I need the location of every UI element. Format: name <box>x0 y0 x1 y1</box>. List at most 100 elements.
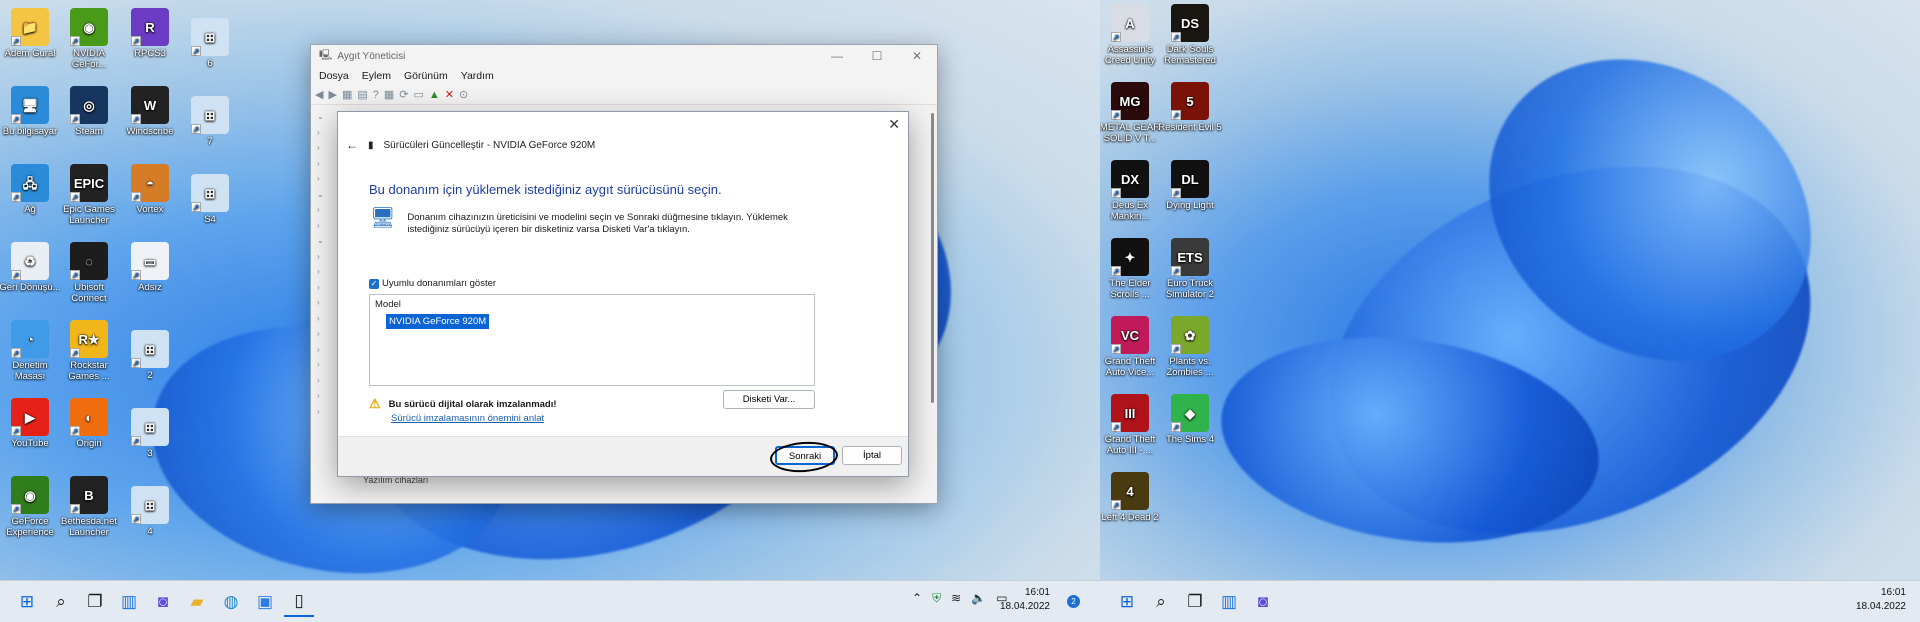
device-tree: ⌄ › › › › ⌄ › › ⌄ › › › › › › › › › › › <box>317 112 324 416</box>
teams-chat-icon[interactable]: ◙ <box>1248 587 1278 617</box>
desktop-icon[interactable]: ✦ ↗ The Elder Scrolls ... <box>1100 238 1162 300</box>
device-manager-taskbar-icon[interactable]: ▯ <box>284 587 314 617</box>
have-disk-button[interactable]: Disketi Var... <box>723 390 815 409</box>
close-icon[interactable]: ✕ <box>897 49 937 63</box>
forward-arrow-icon[interactable]: ▶ <box>328 88 336 101</box>
menu-action[interactable]: Eylem <box>362 70 391 82</box>
model-list[interactable]: Model NVIDIA GeForce 920M <box>369 294 815 386</box>
desktop-icon[interactable]: ◐ ↗ Origin <box>57 398 121 449</box>
search-icon[interactable]: ⌕ <box>1146 587 1176 617</box>
desktop-icon[interactable]: ◎ ↗ Steam <box>57 86 121 137</box>
desktop-icon[interactable]: ⊞ ↗ 4 <box>118 486 182 537</box>
properties-icon[interactable]: ▦ <box>342 88 352 101</box>
update-driver-dialog[interactable]: ✕ ← ▮ Sürücüleri Güncelleştir - NVIDIA G… <box>337 111 909 477</box>
add-driver-icon[interactable]: ▲ <box>429 89 440 101</box>
model-list-item-selected[interactable]: NVIDIA GeForce 920M <box>386 314 490 329</box>
left4dead-icon: 4 ↗ <box>1111 472 1149 510</box>
desktop-icon[interactable]: ▶ ↗ YouTube <box>0 398 62 449</box>
edge-icon[interactable]: ◍ <box>216 587 246 617</box>
desktop-icon[interactable]: 🖧 ↗ Ağ <box>0 164 62 215</box>
list-icon[interactable]: ▤ <box>357 88 367 101</box>
grid-icon[interactable]: ▦ <box>384 88 394 101</box>
dialog-close-icon[interactable]: ✕ <box>888 116 900 133</box>
scrollbar[interactable] <box>931 113 934 403</box>
desktop-icon[interactable]: ▭ ↗ Adsız <box>118 242 182 293</box>
checkbox-checked-icon[interactable]: ✓ <box>369 278 379 289</box>
desktop-icon[interactable]: R ↗ RPCS3 <box>118 8 182 59</box>
show-compatible-checkbox[interactable]: ✓ Uyumlu donanımları göster <box>369 278 496 289</box>
task-view-icon[interactable]: ❐ <box>80 587 110 617</box>
desktop-icon[interactable]: B ↗ Bethesda.net Launcher <box>57 476 121 538</box>
desktop-icon[interactable]: ◓ ↗ Vortex <box>118 164 182 215</box>
desktop-icon[interactable]: 🖥 ↗ Bu bilgisayar <box>0 86 62 137</box>
taskbar-right: ⊞ ⌕ ❐ ▥ ◙ 16:01 18.04.2022 <box>1100 580 1920 622</box>
desktop-icon[interactable]: EPIC ↗ Epic Games Launcher <box>57 164 121 226</box>
desktop-icon[interactable]: ETS ↗ Euro Truck Simulator 2 <box>1158 238 1222 300</box>
back-arrow-icon[interactable]: ← <box>346 138 358 152</box>
search-icon[interactable]: ⌕ <box>46 587 76 617</box>
desktop-icon[interactable]: VC ↗ Grand Theft Auto Vice... <box>1100 316 1162 378</box>
task-view-icon[interactable]: ❐ <box>1180 587 1210 617</box>
security-icon[interactable]: ⛨ <box>932 591 941 606</box>
help-icon[interactable]: ? <box>373 89 379 101</box>
store-icon[interactable]: ▣ <box>250 587 280 617</box>
chevron-up-icon[interactable]: ⌃ <box>912 591 922 606</box>
desktop-icon[interactable]: A ↗ Assassin's Creed Unity <box>1100 4 1162 66</box>
teams-chat-icon[interactable]: ◙ <box>148 587 178 617</box>
wifi-icon[interactable]: ≋ <box>951 591 961 606</box>
file-explorer-icon[interactable]: ▰ <box>182 587 212 617</box>
download-icon[interactable]: ⊙ <box>459 88 468 101</box>
menu-file[interactable]: Dosya <box>319 70 349 82</box>
clock-left[interactable]: 16:01 18.04.2022 <box>1000 586 1050 614</box>
desktop-icon[interactable]: ◉ ↗ NVIDIA GeFor... <box>57 8 121 70</box>
checkbox-label: Uyumlu donanımları göster <box>382 278 497 289</box>
cancel-button[interactable]: İptal <box>842 446 902 465</box>
start-icon[interactable]: ⊞ <box>1112 587 1142 617</box>
back-arrow-icon[interactable]: ◀ <box>315 88 323 101</box>
desktop-icon-label: Rockstar Games ... <box>68 360 110 382</box>
desktop-icon[interactable]: DL ↗ Dying Light <box>1158 160 1222 211</box>
maximize-icon[interactable]: ☐ <box>857 49 897 63</box>
network-shortcut-icon: ⊞ ↗ <box>191 18 229 56</box>
driver-signing-link[interactable]: Sürücü imzalamasının önemini anlat <box>391 413 544 424</box>
desktop-icon[interactable]: ◉ ↗ GeForce Experience <box>0 476 62 538</box>
desktop-icon[interactable]: III ↗ Grand Theft Auto III - ... <box>1100 394 1162 456</box>
start-icon[interactable]: ⊞ <box>12 587 42 617</box>
monitor-icon[interactable]: ▭ <box>414 88 424 101</box>
minimize-icon[interactable]: — <box>817 49 857 63</box>
desktop-icon[interactable]: 5 ↗ Resident Evil 5 <box>1158 82 1222 133</box>
sims-icon: ◆ ↗ <box>1171 394 1209 432</box>
clock-right[interactable]: 16:01 18.04.2022 <box>1856 586 1906 614</box>
scan-icon[interactable]: ⟳ <box>399 88 408 101</box>
menu-help[interactable]: Yardım <box>461 70 494 82</box>
desktop-icon[interactable]: ⊞ ↗ 7 <box>178 96 242 147</box>
desktop-icon[interactable]: ⊞ ↗ 3 <box>118 408 182 459</box>
widgets-icon[interactable]: ▥ <box>114 587 144 617</box>
desktop-icon[interactable]: 📁 ↗ Adem Gural <box>0 8 62 59</box>
desktop-icon[interactable]: ✿ ↗ Plants vs. Zombies ... <box>1158 316 1222 378</box>
desktop-icon[interactable]: ⊞ ↗ S4 <box>178 174 242 225</box>
desktop-icon[interactable]: ◔ ↗ Denetim Masası <box>0 320 62 382</box>
uninstall-icon[interactable]: ✕ <box>445 88 454 101</box>
notification-badge[interactable]: 2 <box>1067 595 1080 608</box>
desktop-icon[interactable]: MG ↗ METAL GEAR SOLID V T... <box>1100 82 1162 144</box>
desktop-icon[interactable]: W ↗ Windscribe <box>118 86 182 137</box>
shortcut-arrow-icon: ↗ <box>191 202 201 212</box>
desktop-icon[interactable]: 4 ↗ Left 4 Dead 2 <box>1100 472 1162 523</box>
network-icon: 🖧 ↗ <box>11 164 49 202</box>
shortcut-arrow-icon: ↗ <box>1111 32 1121 42</box>
desktop-icon[interactable]: ◌ ↗ Ubisoft Connect <box>57 242 121 304</box>
volume-icon[interactable]: 🔈 <box>971 591 986 606</box>
desktop-icon[interactable]: R★ ↗ Rockstar Games ... <box>57 320 121 382</box>
desktop-icon[interactable]: ⊞ ↗ 2 <box>118 330 182 381</box>
desktop-icon[interactable]: ⊞ ↗ 6 <box>178 18 242 69</box>
widgets-icon[interactable]: ▥ <box>1214 587 1244 617</box>
device-manager-titlebar[interactable]: 🖳 Aygıt Yöneticisi — ☐ ✕ <box>311 45 937 67</box>
desktop-icon[interactable]: DS ↗ Dark Souls Remastered <box>1158 4 1222 66</box>
desktop-icon[interactable]: ♻ ↗ Geri Dönüşü... <box>0 242 62 293</box>
elder-scrolls-icon: ✦ ↗ <box>1111 238 1149 276</box>
desktop-icon[interactable]: ◆ ↗ The Sims 4 <box>1158 394 1222 445</box>
shortcut-arrow-icon: ↗ <box>1171 188 1181 198</box>
desktop-icon[interactable]: DX ↗ Deus Ex Mankin... <box>1100 160 1162 222</box>
menu-view[interactable]: Görünüm <box>404 70 448 82</box>
